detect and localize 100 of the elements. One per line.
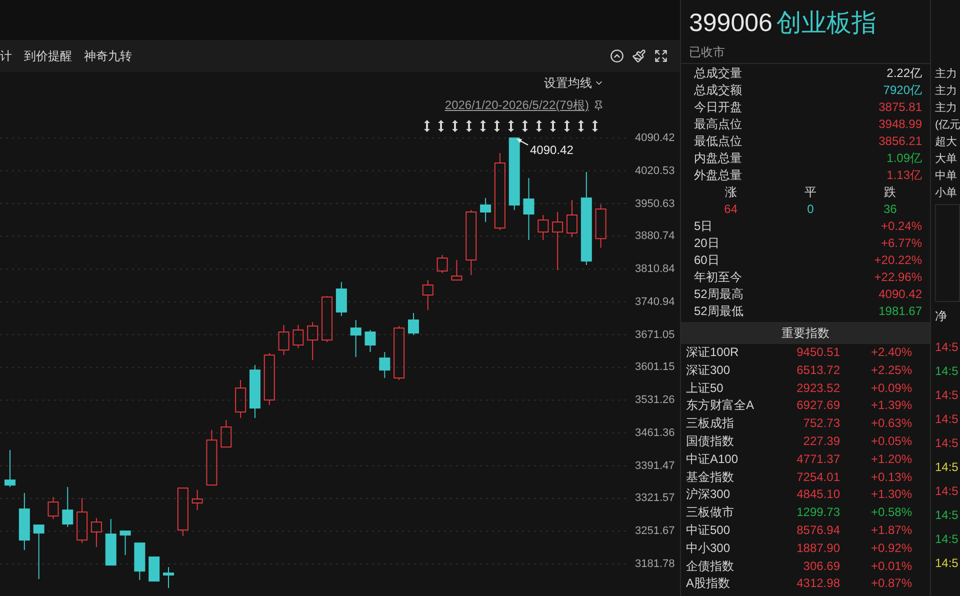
breadth-label: 平 xyxy=(803,184,818,201)
candle xyxy=(235,380,246,418)
index-name[interactable]: 三板成指 xyxy=(686,415,770,433)
price-axis-label: 3810.84 xyxy=(635,262,675,278)
index-change: +1.39% xyxy=(870,397,912,414)
flow-label: 主力 xyxy=(935,66,958,82)
index-name[interactable]: 深证300 xyxy=(686,362,770,380)
flow-label: 大单 xyxy=(935,152,958,167)
stat-label: 最低点位 xyxy=(694,133,742,150)
trade-time: 14:5 xyxy=(935,483,960,500)
index-name[interactable]: 企债指数 xyxy=(686,558,770,576)
candle xyxy=(18,492,30,551)
candle xyxy=(120,530,131,556)
candle xyxy=(552,212,564,271)
fullscreen-icon[interactable] xyxy=(654,49,668,63)
collapse-icon[interactable] xyxy=(610,49,624,63)
breadth-count: 0 xyxy=(806,201,815,218)
brush-icon[interactable] xyxy=(632,49,646,63)
index-name[interactable]: 中小300 xyxy=(686,540,770,558)
candle xyxy=(134,542,146,581)
updown-arrow-icon xyxy=(520,120,530,132)
updown-arrow-icon xyxy=(436,120,446,132)
index-name[interactable]: 上证50 xyxy=(686,380,770,398)
candle xyxy=(336,282,347,317)
index-change: +0.13% xyxy=(870,468,912,486)
updown-arrow-icon xyxy=(576,120,586,132)
index-change: +0.58% xyxy=(870,504,912,522)
period-value: +22.96% xyxy=(874,269,922,286)
flow-label: 超大 xyxy=(935,135,958,150)
flow-label: (亿元 xyxy=(935,118,960,133)
price-axis-label: 4090.42 xyxy=(635,131,675,146)
period-label: 5日 xyxy=(694,218,713,235)
stat-label: 总成交额 xyxy=(694,82,742,99)
trade-time: 14:5 xyxy=(935,507,960,524)
toolbar-tab[interactable]: 到价提醒 xyxy=(24,47,72,65)
candle xyxy=(4,450,16,488)
candle xyxy=(292,324,304,348)
period-value: 4090.42 xyxy=(878,286,922,303)
candle xyxy=(451,260,462,281)
index-name[interactable]: 东方财富全A xyxy=(686,397,770,416)
updown-arrow-icon xyxy=(534,120,544,132)
toolbar-tab[interactable]: 神奇九转 xyxy=(84,47,132,65)
candle xyxy=(33,524,44,580)
candle xyxy=(394,326,405,381)
price-axis-label: 3251.67 xyxy=(635,524,675,540)
trade-time: 14:5 xyxy=(935,435,960,452)
trade-time: 14:5 xyxy=(935,531,960,548)
index-change: +2.25% xyxy=(870,362,912,379)
period-value: 1981.67 xyxy=(878,303,922,320)
period-label: 52周最低 xyxy=(694,303,744,320)
date-range-link[interactable]: 2026/1/20-2026/5/22(79根) xyxy=(444,96,589,114)
period-label: 52周最高 xyxy=(694,286,744,303)
index-name[interactable]: 沪深300 xyxy=(686,486,770,504)
index-name[interactable]: 基金指数 xyxy=(686,468,770,486)
index-name[interactable]: 中证500 xyxy=(686,522,770,540)
trade-time: 14:5 xyxy=(935,555,960,572)
price-axis-label: 3181.78 xyxy=(635,557,675,572)
candle xyxy=(105,518,116,566)
net-flow-label: 净 xyxy=(935,308,948,325)
candle xyxy=(206,430,218,486)
period-label: 20日 xyxy=(694,235,720,252)
stat-label: 总成交量 xyxy=(694,65,742,82)
index-name[interactable]: A股指数 xyxy=(686,575,770,594)
index-name[interactable]: 三板做市 xyxy=(686,504,770,522)
period-label: 60日 xyxy=(694,252,720,269)
candle xyxy=(422,280,434,311)
pin-icon[interactable] xyxy=(593,100,604,110)
updown-arrow-icon xyxy=(506,120,516,132)
price-axis-label: 3950.63 xyxy=(635,196,675,212)
price-axis-label: 3531.26 xyxy=(635,393,675,408)
index-change: +2.40% xyxy=(870,344,912,361)
moving-average-setting[interactable]: 设置均线 xyxy=(544,74,604,92)
price-axis-label: 3461.36 xyxy=(635,426,675,441)
index-value: 227.39 xyxy=(802,432,840,450)
index-name[interactable]: 深证100R xyxy=(686,344,770,362)
stock-code: 399006 xyxy=(689,8,772,39)
section-header: 重要指数 xyxy=(681,322,930,344)
candle xyxy=(408,312,419,336)
index-name[interactable]: 中证A100 xyxy=(686,450,770,469)
updown-arrow-icon xyxy=(464,120,474,132)
index-value: 4312.98 xyxy=(796,575,840,592)
stat-value: 1.13亿 xyxy=(886,167,922,184)
period-value: +6.77% xyxy=(880,235,922,252)
candle xyxy=(436,254,448,274)
index-name[interactable]: 国债指数 xyxy=(686,432,770,451)
index-change: +0.01% xyxy=(870,558,912,575)
toolbar-tab[interactable]: 计 xyxy=(0,47,12,65)
index-change: +0.87% xyxy=(870,575,912,592)
candle xyxy=(466,210,477,276)
updown-arrow-icon xyxy=(590,120,600,132)
index-value: 1887.90 xyxy=(796,540,840,557)
stock-name: 创业板指 xyxy=(776,8,876,39)
peak-arrow-icon xyxy=(516,138,528,146)
stat-value: 1.09亿 xyxy=(886,150,922,167)
index-value: 306.69 xyxy=(802,558,840,575)
candle xyxy=(62,486,74,528)
candle xyxy=(595,204,606,248)
candle xyxy=(148,556,160,582)
candle xyxy=(523,178,534,241)
candle xyxy=(480,198,492,223)
